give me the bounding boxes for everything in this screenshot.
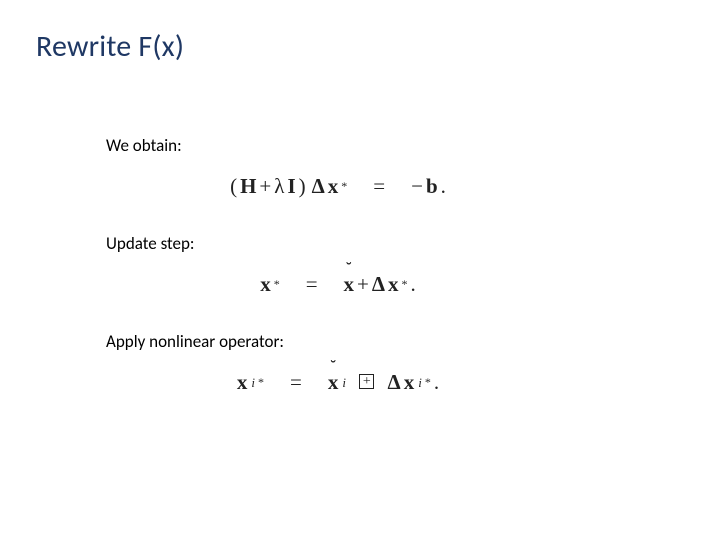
- eq1-rhs: − b .: [411, 174, 446, 199]
- sym-star: *: [274, 277, 280, 292]
- equation-update: x * = x + Δ x * .: [148, 272, 528, 297]
- slide-content: We obtain: ( H + λ I ) Δ x * = − b . Upd…: [106, 135, 684, 395]
- period: .: [441, 174, 446, 199]
- sym-lambda: λ: [274, 174, 284, 199]
- sym-x-breve: x: [328, 370, 339, 395]
- slide: Rewrite F(x) We obtain: ( H + λ I ) Δ x …: [0, 0, 720, 540]
- sym-x: x: [260, 272, 271, 297]
- sym-sub-i: i: [418, 375, 422, 391]
- eq3-lhs: x i *: [237, 370, 264, 395]
- sym-star: *: [341, 179, 347, 194]
- sym-x: x: [328, 174, 339, 199]
- sym-Delta: Δ: [372, 272, 385, 297]
- period: .: [434, 370, 439, 395]
- period: .: [411, 272, 416, 297]
- sym-Delta: Δ: [388, 370, 401, 395]
- eq1-lhs: ( H + λ I ) Δ x *: [230, 174, 347, 199]
- sym-x-breve: x: [344, 272, 355, 297]
- sym-b: b: [426, 174, 438, 199]
- sym-x: x: [404, 370, 415, 395]
- slide-title: Rewrite F(x): [36, 28, 684, 65]
- sym-x: x: [388, 272, 399, 297]
- eq3-rhs: x i + Δ x i * .: [328, 370, 439, 395]
- plus: +: [357, 272, 369, 297]
- sym-star: *: [425, 375, 431, 390]
- eq2-lhs: x *: [260, 272, 280, 297]
- label-update: Update step:: [106, 233, 684, 254]
- sym-sub-i: i: [251, 375, 255, 391]
- rparen: ): [299, 174, 306, 199]
- sym-sub-i: i: [342, 375, 346, 391]
- sym-star: *: [402, 277, 408, 292]
- plus: +: [259, 174, 271, 199]
- label-apply: Apply nonlinear operator:: [106, 331, 684, 352]
- eq2-equals: =: [306, 272, 318, 297]
- sym-H: H: [240, 174, 256, 199]
- space: [379, 370, 384, 395]
- sym-I: I: [287, 174, 295, 199]
- space: [349, 370, 354, 395]
- sym-Delta: Δ: [312, 174, 325, 199]
- lparen: (: [230, 174, 237, 199]
- sym-star: *: [258, 375, 264, 390]
- eq1-equals: =: [373, 174, 385, 199]
- minus: −: [411, 174, 423, 199]
- equation-apply: x i * = x i + Δ x i * .: [148, 370, 528, 395]
- eq3-equals: =: [290, 370, 302, 395]
- eq2-rhs: x + Δ x * .: [344, 272, 416, 297]
- sym-x: x: [237, 370, 248, 395]
- equation-obtain: ( H + λ I ) Δ x * = − b .: [148, 174, 528, 199]
- boxplus-icon: +: [359, 374, 374, 389]
- label-obtain: We obtain:: [106, 135, 684, 156]
